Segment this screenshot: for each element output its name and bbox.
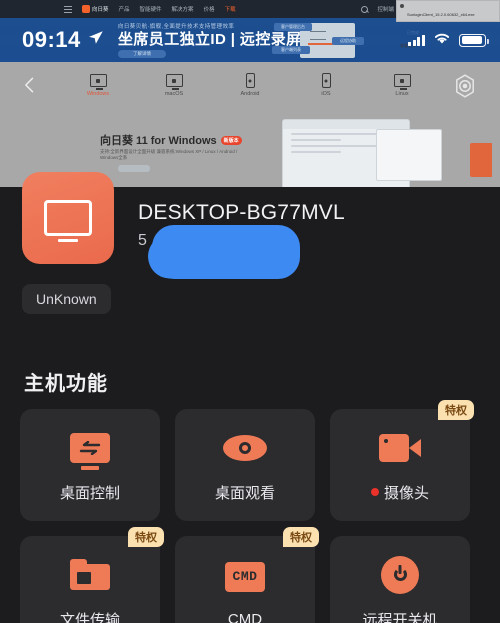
function-card-label: 摄像头: [370, 482, 429, 503]
status-bar-time: 09:14: [22, 27, 81, 52]
function-card-label: 桌面控制: [59, 484, 120, 502]
nav-link-download[interactable]: 下载: [225, 5, 236, 13]
location-arrow-icon: [88, 30, 104, 50]
download-file-name: SunloginClient_15.2.0.60632_x64.exe: [407, 12, 475, 17]
desktop-monitor-icon: [22, 172, 114, 264]
wifi-icon: [432, 30, 452, 50]
function-card-label: 远程开关机: [362, 611, 438, 623]
nav-link-hardware[interactable]: 智能硬件: [140, 5, 162, 13]
eye-icon: [222, 428, 268, 468]
nav-link-solutions[interactable]: 解决方案: [172, 5, 194, 13]
hamburger-menu-icon[interactable]: [64, 5, 72, 13]
promo-subtitle: 支持:全新界面设计全面升级 兼容系统:Windows XP / Linux / …: [100, 149, 238, 160]
promo-download-button[interactable]: [118, 165, 150, 172]
promo-side-accent: [470, 143, 492, 177]
ad-chip-remote: 远程协助: [332, 37, 364, 45]
cmd-icon: CMD: [222, 557, 268, 597]
nav-link-pricing[interactable]: 价格: [204, 5, 215, 13]
ad-chip-clients: 客户端列表: [272, 46, 310, 54]
promo-screenshot-secondary: [376, 129, 442, 181]
promo-new-badge: 新版本: [220, 136, 242, 145]
privilege-badge: 特权: [283, 527, 319, 547]
app-header: [0, 73, 500, 121]
sunflower-logo-icon: [82, 5, 90, 13]
download-item-icon: [400, 4, 404, 8]
privilege-badge: 特权: [438, 400, 474, 420]
search-icon[interactable]: [361, 5, 369, 13]
remote-desktop-icon: [67, 428, 113, 468]
ad-cta-button[interactable]: 了解详情: [118, 50, 166, 58]
status-bar-indicators: [408, 18, 489, 62]
hex-gear-icon[interactable]: [452, 73, 478, 99]
nav-link-products[interactable]: 产品: [119, 5, 130, 13]
camera-icon: [377, 428, 423, 468]
function-card-power[interactable]: 远程开关机: [330, 536, 470, 623]
site-logo[interactable]: 向日葵: [82, 5, 109, 13]
promo-title: 向日葵 11 for Windows 新版本: [100, 132, 242, 148]
device-name: DESKTOP-BG77MVL: [138, 201, 345, 224]
chevron-left-icon[interactable]: [20, 75, 40, 95]
recording-dot-icon: [370, 488, 379, 496]
power-icon: [377, 555, 423, 595]
device-summary: DESKTOP-BG77MVL 5 UnKnown: [0, 172, 500, 337]
app-content: DESKTOP-BG77MVL 5 UnKnown 主机功能 桌面控制 桌面观看…: [0, 74, 500, 623]
ad-banner[interactable]: 向日葵贝航·旗舰,全面提升技术支持管理效率 坐席员工独立ID | 远控录屏可溯 …: [118, 18, 378, 62]
function-card-cmd[interactable]: 特权 CMD CMD: [175, 527, 319, 623]
device-status-badge: UnKnown: [22, 284, 111, 314]
function-card-label: 桌面观看: [214, 484, 275, 502]
function-card-desktop-view[interactable]: 桌面观看: [175, 409, 315, 521]
phone-screenshot: 向日葵 产品 智能硬件 解决方案 价格 下载 控制端 开通 SunloginCl…: [0, 0, 500, 623]
device-id: 5: [138, 232, 147, 249]
function-card-desktop-control[interactable]: 桌面控制: [20, 409, 160, 521]
folder-icon: [67, 555, 113, 595]
function-card-camera[interactable]: 特权 摄像头: [330, 400, 474, 521]
redaction-blob: [152, 225, 300, 279]
battery-icon: [459, 33, 489, 47]
cmd-icon-text: CMD: [225, 561, 265, 592]
function-card-file-transfer[interactable]: 特权 文件传输: [20, 527, 164, 623]
function-card-grid: 桌面控制 桌面观看 特权 摄像头 特权 文件传输 特权 CMD CMD 远程开关…: [20, 400, 480, 623]
section-title-host-functions: 主机功能: [24, 373, 108, 395]
ad-chip-admin: 客户管理后台: [274, 23, 312, 31]
function-card-label: CMD: [227, 610, 263, 623]
privilege-badge: 特权: [128, 527, 164, 547]
cellular-bars-icon: [408, 34, 425, 46]
ad-illustration: 客户管理后台 客户端列表 远程协助: [272, 18, 378, 62]
function-card-label: 文件传输: [59, 611, 120, 623]
nav-link-client[interactable]: 控制端: [377, 5, 394, 13]
site-logo-text: 向日葵: [92, 7, 109, 13]
